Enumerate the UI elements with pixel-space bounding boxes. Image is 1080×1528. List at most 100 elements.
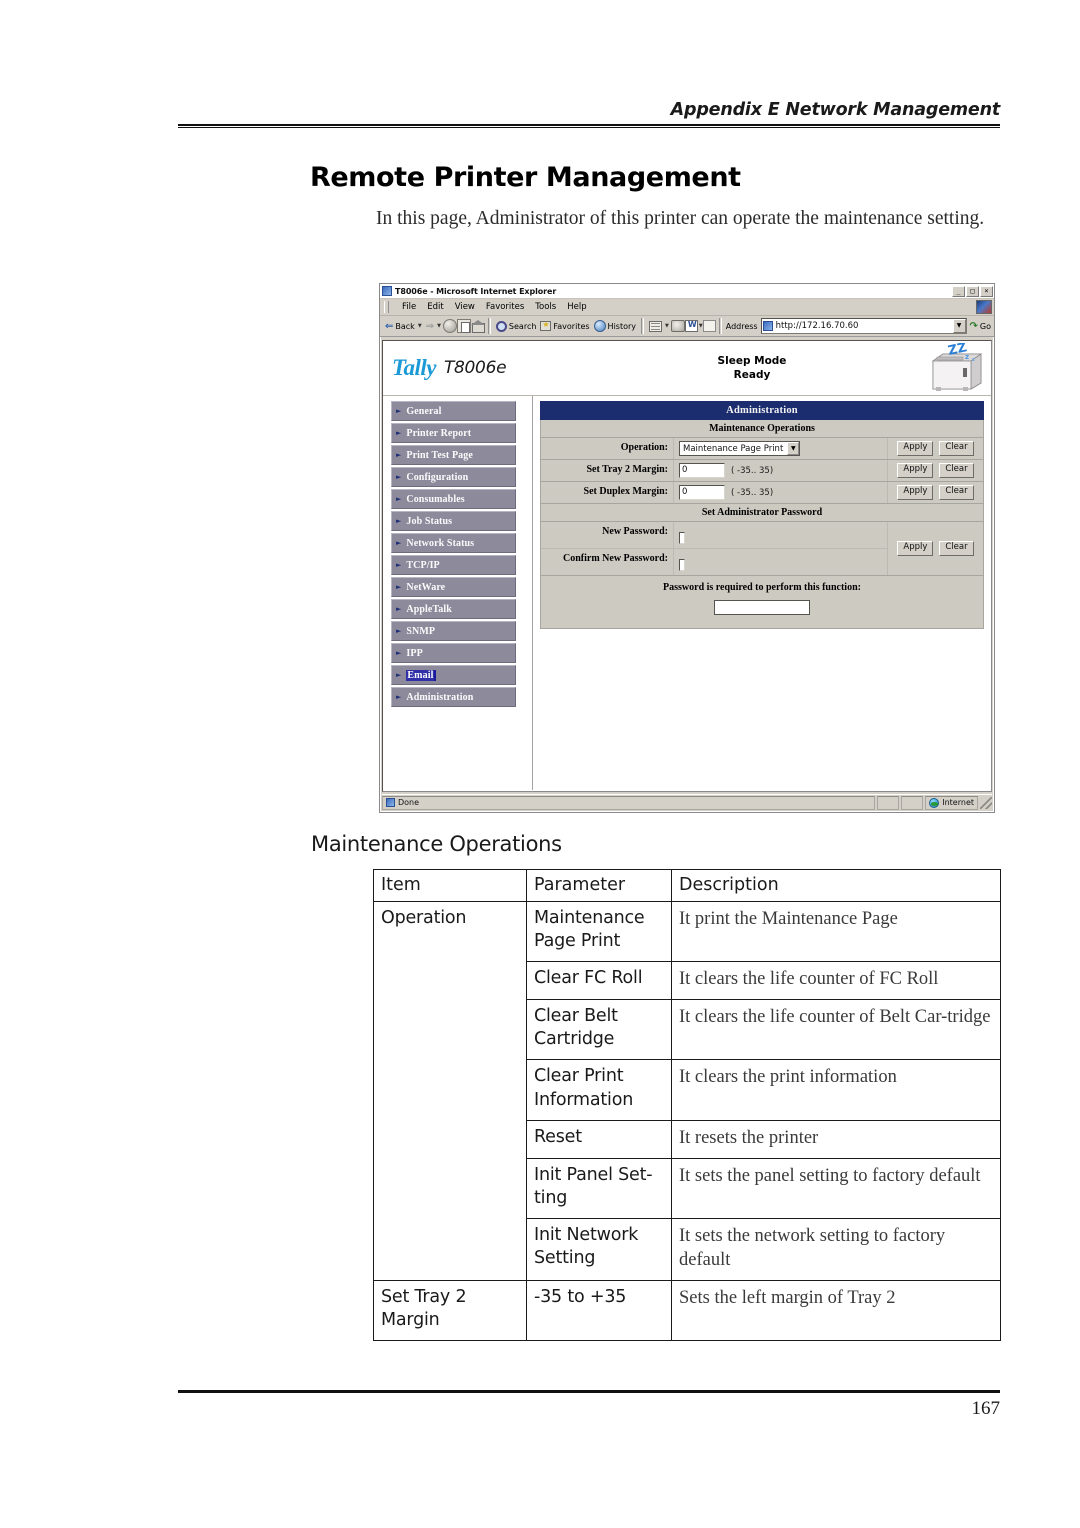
go-button[interactable]: ↷ Go bbox=[967, 321, 994, 332]
triangle-right-icon: ► bbox=[396, 450, 402, 459]
minimize-button[interactable]: _ bbox=[952, 285, 965, 297]
footer-divider bbox=[178, 1390, 1000, 1393]
tray2-margin-range: ( -35.. 35) bbox=[731, 465, 774, 476]
sidebar-item-printer-report[interactable]: ► Printer Report bbox=[391, 423, 516, 443]
cell-param-1: Clear FC Roll bbox=[526, 961, 672, 1001]
security-zone-label: Internet bbox=[942, 798, 974, 807]
tray2-margin-input[interactable]: 0 bbox=[679, 463, 725, 478]
menu-view[interactable]: View bbox=[455, 302, 475, 312]
page-number: 167 bbox=[971, 1398, 1001, 1419]
apply-button-operation[interactable]: Apply bbox=[897, 441, 934, 456]
printer-banner: Tally T8006e Sleep Mode Ready ZZ z z bbox=[383, 341, 991, 396]
duplex-field-cell: 0 ( -35.. 35) bbox=[673, 482, 887, 503]
password-form-block: New Password: Confirm New Password: Appl… bbox=[540, 522, 984, 576]
sidebar-label-ipp: IPP bbox=[406, 647, 423, 659]
form-row-new-password: New Password: bbox=[541, 522, 887, 548]
sidebar-item-network-status[interactable]: ► Network Status bbox=[391, 533, 516, 553]
cell-desc-1: It clears the life counter of FC Roll bbox=[671, 961, 1001, 1001]
panel-title-banner: Administration bbox=[540, 401, 984, 420]
sidebar-item-administration[interactable]: ► Administration bbox=[391, 687, 516, 707]
password-buttons: Apply Clear bbox=[887, 522, 983, 575]
clear-button-tray2[interactable]: Clear bbox=[939, 463, 974, 478]
print-icon[interactable] bbox=[670, 320, 685, 332]
intro-paragraph: In this page, Administrator of this prin… bbox=[376, 208, 985, 229]
sidebar-item-email[interactable]: ► Email bbox=[391, 665, 516, 685]
new-password-cell bbox=[673, 522, 887, 548]
status-line-1: Sleep Mode bbox=[717, 354, 787, 367]
sidebar-item-consumables[interactable]: ► Consumables bbox=[391, 489, 516, 509]
search-button[interactable]: Search bbox=[494, 320, 538, 332]
stop-icon[interactable] bbox=[442, 319, 457, 333]
address-input[interactable]: http://172.16.70.60 bbox=[776, 321, 953, 331]
svg-text:z: z bbox=[972, 357, 975, 363]
web-page-viewport: Tally T8006e Sleep Mode Ready ZZ z z ► G… bbox=[382, 340, 992, 792]
menu-help[interactable]: Help bbox=[567, 302, 586, 312]
clear-button-operation[interactable]: Clear bbox=[939, 441, 974, 456]
table-header-row: Item Parameter Description bbox=[373, 869, 1001, 902]
sidebar-label-tcpip: TCP/IP bbox=[406, 559, 440, 571]
operation-select[interactable]: Maintenance Page Print ▼ bbox=[679, 441, 801, 456]
back-button[interactable]: ⇐ Back ▼ bbox=[383, 321, 424, 332]
confirm-password-label: Confirm New Password: bbox=[541, 549, 673, 575]
sidebar-item-general[interactable]: ► General bbox=[391, 401, 516, 421]
sidebar-item-print-test-page[interactable]: ► Print Test Page bbox=[391, 445, 516, 465]
triangle-right-icon: ► bbox=[396, 406, 402, 415]
password-required-note: Password is required to perform this fun… bbox=[663, 582, 861, 593]
status-message-pane: Done bbox=[382, 795, 876, 810]
menu-favorites[interactable]: Favorites bbox=[486, 302, 524, 312]
resize-grip-icon[interactable] bbox=[980, 796, 992, 809]
triangle-right-icon: ► bbox=[396, 494, 402, 503]
sidebar-item-snmp[interactable]: ► SNMP bbox=[391, 621, 516, 641]
sidebar-item-netware[interactable]: ► NetWare bbox=[391, 577, 516, 597]
edit-icon[interactable] bbox=[684, 320, 698, 332]
printer-status-block: Sleep Mode Ready bbox=[718, 354, 787, 382]
window-title: T8006e - Microsoft Internet Explorer bbox=[395, 286, 557, 296]
table-row: Operation Maintenance Page Print It prin… bbox=[373, 900, 1001, 1281]
password-required-input[interactable] bbox=[714, 600, 810, 615]
sidebar-item-configuration[interactable]: ► Configuration bbox=[391, 467, 516, 487]
window-controls: _ □ × bbox=[952, 285, 993, 297]
forward-button[interactable]: ⇒ ▼ bbox=[424, 321, 443, 332]
back-label: Back bbox=[395, 321, 415, 331]
history-label: History bbox=[607, 321, 637, 331]
sidebar-item-ipp[interactable]: ► IPP bbox=[391, 643, 516, 663]
clear-button-duplex[interactable]: Clear bbox=[939, 485, 974, 500]
menu-edit[interactable]: Edit bbox=[427, 302, 443, 312]
toolbar-separator-2 bbox=[641, 318, 645, 334]
cell-param-2: Clear Belt Cartridge bbox=[526, 999, 672, 1061]
cell-param-7: -35 to +35 bbox=[526, 1279, 672, 1342]
form-row-operation: Operation: Maintenance Page Print ▼ Appl… bbox=[540, 438, 984, 460]
apply-button-tray2[interactable]: Apply bbox=[897, 463, 934, 478]
browser-statusbar: Done Internet bbox=[382, 794, 992, 810]
table-row: Set Tray 2 Margin -35 to +35 Sets the le… bbox=[373, 1279, 1001, 1342]
address-bar[interactable]: http://172.16.70.60 ▼ bbox=[760, 318, 967, 334]
new-password-input[interactable] bbox=[679, 532, 685, 544]
home-icon[interactable] bbox=[470, 319, 485, 333]
duplex-margin-input[interactable]: 0 bbox=[679, 485, 725, 500]
security-zone-pane: Internet bbox=[925, 795, 978, 810]
mail-button[interactable]: ▼ bbox=[647, 320, 671, 332]
browser-menubar: File Edit View Favorites Tools Help bbox=[380, 299, 994, 316]
close-button[interactable]: × bbox=[980, 285, 993, 297]
sidebar-item-appletalk[interactable]: ► AppleTalk bbox=[391, 599, 516, 619]
maximize-button[interactable]: □ bbox=[966, 285, 979, 297]
menu-tools[interactable]: Tools bbox=[535, 302, 556, 312]
favorites-button[interactable]: Favorites bbox=[538, 320, 591, 331]
clear-button-password[interactable]: Clear bbox=[939, 541, 974, 556]
apply-button-duplex[interactable]: Apply bbox=[897, 485, 934, 500]
status-line-2: Ready bbox=[733, 369, 771, 381]
sidebar-item-tcpip[interactable]: ► TCP/IP bbox=[391, 555, 516, 575]
refresh-icon[interactable] bbox=[456, 319, 471, 333]
cell-desc-5: It sets the panel setting to factory def… bbox=[671, 1157, 1001, 1219]
history-button[interactable]: History bbox=[592, 320, 638, 332]
chevron-down-icon[interactable]: ▼ bbox=[787, 442, 800, 455]
sidebar-item-job-status[interactable]: ► Job Status bbox=[391, 511, 516, 531]
section-header-password: Set Administrator Password bbox=[540, 504, 984, 522]
address-dropdown-icon[interactable]: ▼ bbox=[952, 319, 966, 333]
menu-file[interactable]: File bbox=[402, 302, 416, 312]
browser-titlebar: T8006e - Microsoft Internet Explorer _ □… bbox=[380, 284, 994, 299]
page-title: Remote Printer Management bbox=[310, 162, 741, 193]
discuss-icon[interactable] bbox=[702, 320, 716, 332]
confirm-password-input[interactable] bbox=[679, 559, 685, 571]
apply-button-password[interactable]: Apply bbox=[897, 541, 934, 556]
